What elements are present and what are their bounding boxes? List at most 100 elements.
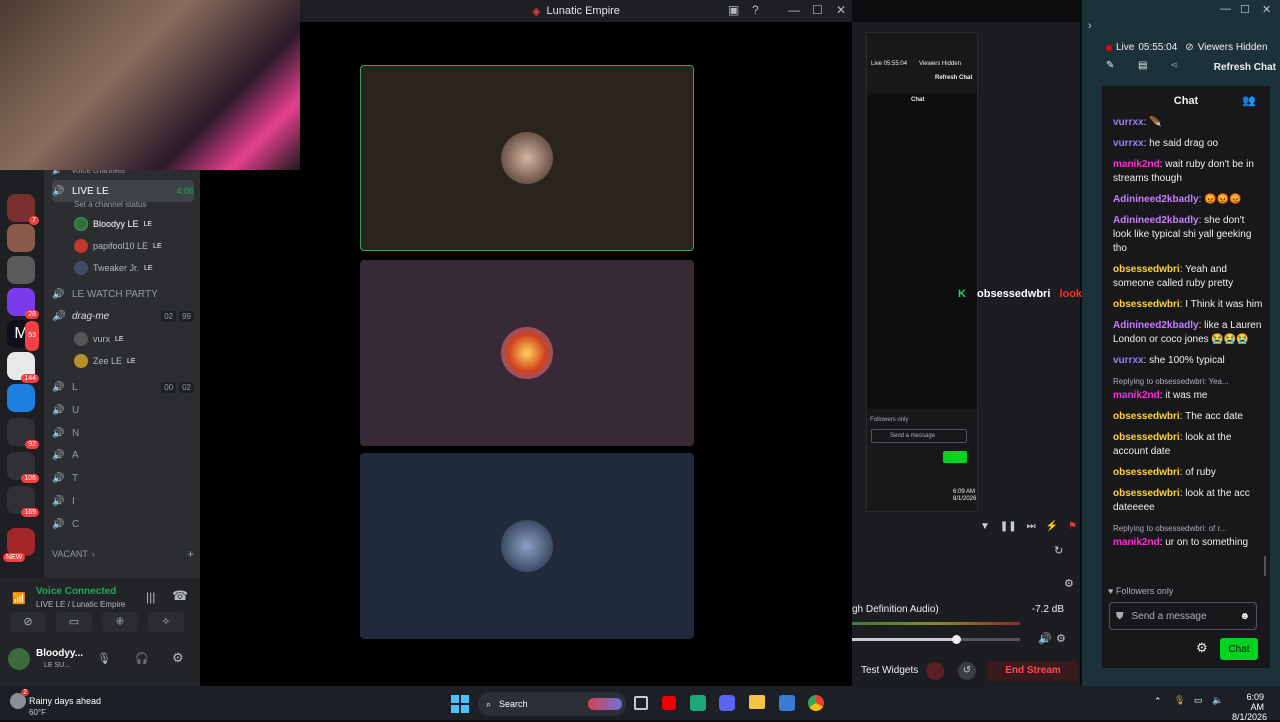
voice-member[interactable]: Tweaker Jr. LE <box>74 261 153 275</box>
chat-message[interactable]: Adinineed2kbadly: she don't look like ty… <box>1113 214 1263 256</box>
task-view-icon[interactable] <box>634 696 648 710</box>
close-button[interactable]: ✕ <box>1262 3 1271 16</box>
channel-a[interactable]: 🔊 A <box>52 445 194 465</box>
popout-icon[interactable]: ▤ <box>1138 60 1147 71</box>
channel-u[interactable]: 🔊 U <box>52 400 194 420</box>
scrollbar[interactable] <box>1264 556 1266 576</box>
chat-message[interactable]: manik2nd: ur on to something <box>1113 536 1263 550</box>
refresh-chat-button[interactable]: Refresh Chat <box>1214 62 1276 73</box>
microphone-icon[interactable]: 🎙 <box>97 652 111 665</box>
chat-username[interactable]: obsessedwbri <box>1113 467 1180 478</box>
settings-gear-icon[interactable]: ⚙ <box>172 650 184 666</box>
edit-icon[interactable]: ✎ <box>1106 60 1114 71</box>
add-channel-icon[interactable]: + <box>187 547 194 561</box>
inbox-icon[interactable]: ▣ <box>728 3 739 17</box>
record-button[interactable] <box>926 662 944 680</box>
manage-users-icon[interactable]: 👥 <box>1242 94 1256 107</box>
maximize-button[interactable]: ☐ <box>812 3 823 17</box>
noise-suppression-icon[interactable]: ||| <box>146 590 155 604</box>
microphone-icon[interactable]: 🎙 <box>1174 695 1185 706</box>
chat-username[interactable]: Adinineed2kbadly <box>1113 320 1199 331</box>
file-explorer-icon[interactable] <box>749 695 765 709</box>
minimize-button[interactable]: — <box>788 3 800 17</box>
channel-t[interactable]: 🔊 T <box>52 468 194 488</box>
chat-username[interactable]: obsessedwbri <box>1113 264 1180 275</box>
chat-send-button[interactable]: Chat <box>1220 638 1258 660</box>
mini-message-input[interactable]: Send a message <box>871 429 967 443</box>
user-name[interactable]: Bloodyy... <box>36 648 83 659</box>
filter-icon[interactable]: ▼ <box>980 521 990 532</box>
channel-status[interactable]: Set a channel status <box>74 200 147 209</box>
server-icon[interactable] <box>7 384 35 412</box>
weather-title[interactable]: Rainy days ahead <box>29 696 101 706</box>
channel-n[interactable]: 🔊 N <box>52 423 194 443</box>
settings-gear-icon[interactable]: ⚙ <box>1064 577 1074 590</box>
chat-username[interactable]: obsessedwbri <box>1113 488 1180 499</box>
chat-username[interactable]: vurrxx <box>1113 138 1144 149</box>
chat-username[interactable]: vurrxx <box>1113 355 1144 366</box>
server-icon[interactable] <box>7 256 35 284</box>
emoji-icon[interactable]: ☻ <box>1239 611 1250 622</box>
chat-message[interactable]: obsessedwbri: The acc date <box>1113 410 1263 424</box>
chat-message[interactable]: obsessedwbri: of ruby <box>1113 466 1263 480</box>
channel-watch-party[interactable]: 🔊 LE WATCH PARTY <box>52 284 194 304</box>
chat-username[interactable]: obsessedwbri <box>1113 432 1180 443</box>
maximize-button[interactable]: ☐ <box>1240 3 1250 16</box>
voice-member[interactable]: papifool10 LE LE <box>74 239 162 253</box>
settings-gear-icon[interactable]: ⚙ <box>1196 640 1208 656</box>
server-icon[interactable] <box>7 224 35 252</box>
chat-message[interactable]: Adinineed2kbadly: like a Lauren London o… <box>1113 319 1263 347</box>
chat-username[interactable]: manik2nd <box>1113 390 1160 401</box>
channel-live-le[interactable]: 🔊 LIVE LE 4:06 <box>52 180 194 202</box>
chat-username[interactable]: obsessedwbri <box>1113 299 1180 310</box>
shield-icon[interactable]: ⛊ <box>1116 611 1124 622</box>
share-icon[interactable]: ⋖ <box>1170 60 1178 71</box>
mini-refresh-chat[interactable]: Refresh Chat <box>935 75 972 81</box>
channel-l[interactable]: 🔊 L 00 02 <box>52 377 194 397</box>
server-icon[interactable]: 7 <box>7 194 39 225</box>
network-icon[interactable]: ▭ <box>1194 695 1203 706</box>
voice-member[interactable]: vurx LE <box>74 332 124 346</box>
chat-username[interactable]: Adinineed2kbadly <box>1113 194 1199 205</box>
volume-slider[interactable] <box>852 635 1020 644</box>
chat-message[interactable]: manik2nd: wait ruby don't be in streams … <box>1113 158 1263 186</box>
chat-input[interactable]: ⛊ Send a message ☻ <box>1109 602 1257 630</box>
settings-gear-icon[interactable]: ⚙ <box>1056 632 1066 645</box>
chat-message[interactable]: Adinineed2kbadly: 😡😡😡 <box>1113 193 1263 207</box>
chat-message[interactable]: obsessedwbri: I Think it was him <box>1113 298 1263 312</box>
server-icon[interactable]: 169 <box>7 486 39 517</box>
video-tile-3[interactable] <box>360 453 694 639</box>
soundboard-button[interactable]: ✧ <box>148 612 184 632</box>
chevron-up-icon[interactable]: ⌃ <box>1154 696 1162 707</box>
alert-icon[interactable]: ⚑ <box>1068 521 1077 532</box>
voice-member[interactable]: Bloodyy LE LE <box>74 217 152 231</box>
volume-icon[interactable]: 🔈 <box>1212 695 1223 706</box>
help-icon[interactable]: ? <box>752 3 759 17</box>
category-vacant[interactable]: VACANT › + <box>52 544 194 564</box>
refresh-icon[interactable]: ↻ <box>1054 544 1063 557</box>
server-icon[interactable]: 28 <box>7 288 39 319</box>
end-stream-button[interactable]: End Stream <box>988 661 1078 681</box>
minimize-button[interactable]: — <box>1220 3 1231 15</box>
store-icon[interactable] <box>779 695 795 711</box>
chat-username[interactable]: manik2nd <box>1113 159 1160 170</box>
chat-message[interactable]: obsessedwbri: look at the account date <box>1113 431 1263 459</box>
chevron-right-icon[interactable]: › <box>1088 20 1092 32</box>
windows-start-icon[interactable] <box>451 695 469 713</box>
weather-icon[interactable]: 2 <box>10 689 29 709</box>
server-icon[interactable]: M 53 <box>7 320 39 351</box>
chat-message[interactable]: vurrxx: she 100% typical <box>1113 354 1263 368</box>
test-widgets-label[interactable]: Test Widgets <box>861 665 918 676</box>
volume-handle[interactable] <box>952 635 962 644</box>
close-button[interactable]: ✕ <box>836 3 846 17</box>
mini-chat-button[interactable] <box>943 451 967 463</box>
chat-message[interactable]: vurrxx: 🪶 <box>1113 116 1263 130</box>
replay-icon[interactable]: ↺ <box>958 662 976 680</box>
camera-off-button[interactable]: ⊘ <box>10 612 46 632</box>
video-tile-1[interactable] <box>360 65 694 251</box>
chat-username[interactable]: vurrxx <box>1113 117 1144 128</box>
headphones-icon[interactable]: 🎧 <box>135 652 149 665</box>
channel-drag-me[interactable]: 🔊 drag-me 02 99 <box>52 306 194 326</box>
chat-username[interactable]: obsessedwbri <box>1113 411 1180 422</box>
server-icon[interactable]: 144 <box>7 352 39 383</box>
